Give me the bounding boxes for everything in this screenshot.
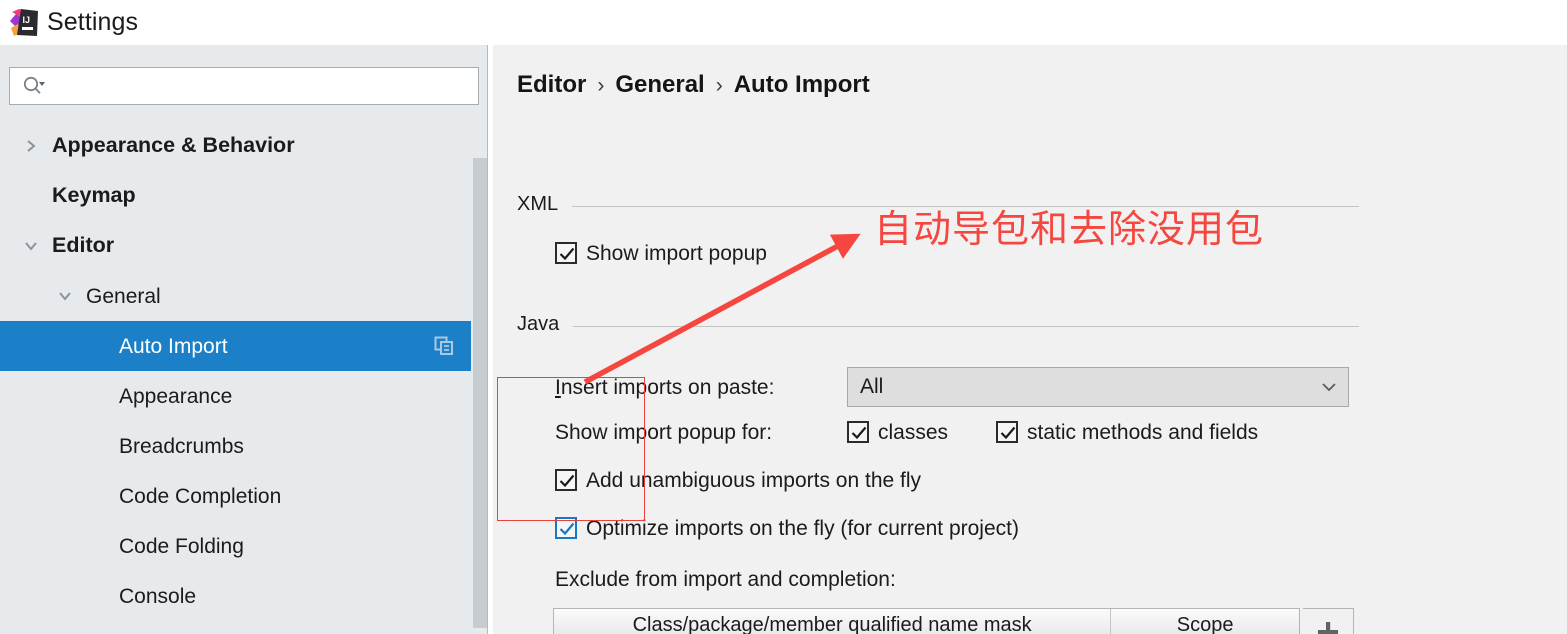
checkbox-box[interactable] [555,517,577,539]
sidebar-item-editor[interactable]: Editor [0,221,487,271]
breadcrumb-item-general[interactable]: General [615,71,704,99]
sidebar-item-general[interactable]: General [0,271,487,321]
checkbox-show-import-popup[interactable]: Show import popup [555,242,767,264]
show-import-popup-for-row: Show import popup for: classes static me… [555,421,1258,443]
section-title: XML [517,193,559,215]
chevron-right-icon[interactable] [20,135,42,157]
table-header-row: Class/package/member qualified name mask… [554,609,1299,634]
checkbox-box[interactable] [847,421,869,443]
settings-sidebar: Appearance & Behavior Keymap Editor Gene… [0,45,487,634]
insert-imports-label: Insert imports on paste: [555,377,847,398]
checkbox-label: Show import popup [586,241,767,265]
breadcrumb-item-editor[interactable]: Editor [517,71,586,99]
settings-content-panel: Editor › General › Auto Import XML Show … [493,45,1567,634]
checkbox-static-methods-and-fields[interactable]: static methods and fields [996,421,1258,443]
sidebar-item-label: Code Completion [119,484,282,508]
checkbox-add-unambiguous-imports[interactable]: Add unambiguous imports on the fly [555,469,921,491]
sidebar-item-label: Code Folding [119,534,244,558]
section-header-xml: XML [517,193,1359,216]
checkbox-label: static methods and fields [1027,422,1258,443]
sidebar-item-keymap[interactable]: Keymap [0,171,487,221]
section-title: Java [517,313,560,335]
settings-tree: Appearance & Behavior Keymap Editor Gene… [0,121,487,634]
checkbox-optimize-imports[interactable]: Optimize imports on the fly (for current… [555,517,1019,539]
breadcrumb-separator-icon: › [597,74,605,97]
mnemonic-letter: c [878,420,889,444]
exclude-from-import-label: Exclude from import and completion: [555,569,896,590]
search-icon [22,75,48,97]
mnemonic-letter: s [1027,420,1038,444]
search-input[interactable] [48,71,478,101]
sidebar-scrollbar-thumb[interactable] [473,158,487,628]
column-header-name-mask[interactable]: Class/package/member qualified name mask [554,609,1112,634]
checkbox-box[interactable] [555,469,577,491]
exclude-label-text: Exclude from import and completion: [555,568,896,591]
panel-divider [487,45,488,634]
window-title: Settings [47,8,139,36]
show-import-popup-for-label: Show import popup for: [555,420,773,444]
dropdown-value: All [860,375,884,398]
chevron-down-icon[interactable] [20,235,42,257]
sidebar-item-label: Editor [52,233,115,258]
checkbox-label-rest: tatic methods and fields [1037,420,1259,444]
window-titlebar: IJ Settings [0,0,1567,45]
sidebar-item-console[interactable]: Console [0,571,487,621]
copy-icon[interactable] [433,335,455,357]
svg-text:IJ: IJ [23,15,31,25]
sidebar-item-appearance[interactable]: Appearance [0,371,487,421]
exclude-table[interactable]: Class/package/member qualified name mask… [553,608,1300,634]
breadcrumb: Editor › General › Auto Import [517,71,870,99]
sidebar-item-label: Keymap [52,183,136,208]
insert-imports-dropdown[interactable]: All [847,367,1349,407]
breadcrumb-item-auto-import: Auto Import [733,71,870,98]
checkbox-label: Optimize imports on the fly (for current… [586,516,1019,540]
checkbox-box[interactable] [555,242,577,264]
section-header-java: Java [517,313,1359,336]
section-rule [572,205,1359,207]
checkbox-label: classes [878,422,948,443]
section-rule [573,325,1359,327]
chevron-down-icon[interactable] [54,285,76,307]
column-header-scope[interactable]: Scope [1111,609,1299,634]
sidebar-item-breadcrumbs[interactable]: Breadcrumbs [0,421,487,471]
checkbox-classes[interactable]: classes [847,421,948,443]
checkbox-label: Add unambiguous imports on the fly [586,468,922,492]
insert-imports-on-paste-row: Insert imports on paste: All [555,367,1349,407]
intellij-idea-logo-icon: IJ [7,6,41,40]
sidebar-item-label: Auto Import [119,334,228,358]
add-exclude-button[interactable] [1303,608,1354,634]
checkbox-label-rest: lasses [888,420,949,444]
sidebar-item-code-completion[interactable]: Code Completion [0,471,487,521]
sidebar-item-label: Appearance [119,384,233,408]
sidebar-item-code-folding[interactable]: Code Folding [0,521,487,571]
plus-icon [1315,619,1341,634]
search-box[interactable] [9,67,479,105]
breadcrumb-separator-icon: › [715,74,723,97]
sidebar-item-auto-import[interactable]: Auto Import [0,321,487,371]
sidebar-item-label: Breadcrumbs [119,434,244,458]
settings-window: IJ Settings Appearance & Behavior Keymap… [0,0,1567,634]
checkbox-box[interactable] [996,421,1019,443]
sidebar-item-label: Appearance & Behavior [52,133,295,158]
sidebar-item-label: Console [119,584,197,608]
sidebar-item-label: General [86,284,161,308]
insert-imports-label-rest: nsert imports on paste: [560,375,775,399]
sidebar-item-appearance-and-behavior[interactable]: Appearance & Behavior [0,121,487,171]
chevron-down-icon[interactable] [1320,378,1338,396]
